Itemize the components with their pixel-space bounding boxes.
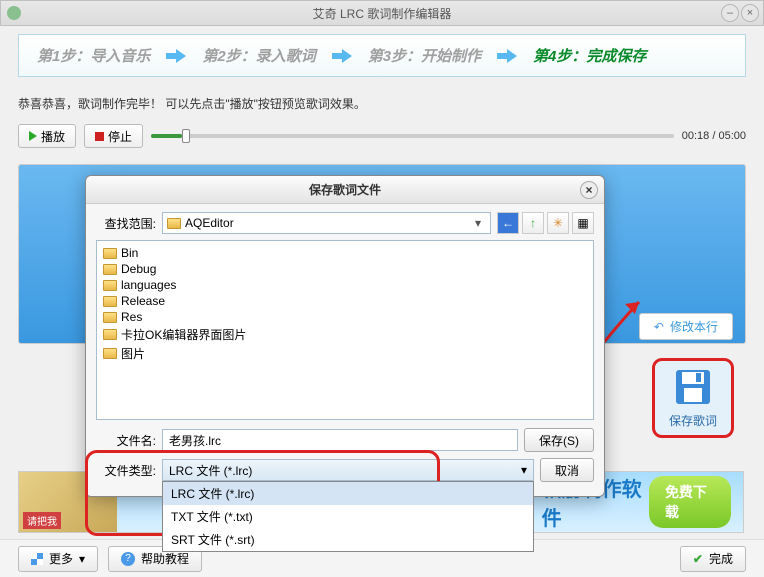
folder-icon (103, 312, 117, 323)
filetype-dropdown: LRC 文件 (*.lrc)TXT 文件 (*.txt)SRT 文件 (*.sr… (162, 481, 534, 552)
arrow-icon (332, 49, 352, 63)
list-item[interactable]: Bin (101, 245, 589, 261)
folder-icon (103, 280, 117, 291)
step-bar: 第1步：导入音乐 第2步：录入歌词 第3步：开始制作 第4步：完成保存 (18, 34, 746, 77)
list-item[interactable]: Release (101, 293, 589, 309)
filename-label: 文件名: (96, 432, 156, 449)
stop-icon (95, 132, 104, 141)
arrow-icon (497, 49, 517, 63)
chevron-down-icon: ▾ (470, 216, 486, 230)
filetype-select[interactable]: LRC 文件 (*.lrc) ▾ (162, 459, 534, 481)
close-button[interactable]: × (741, 4, 759, 22)
folder-icon (103, 296, 117, 307)
save-lyric-label: 保存歌词 (669, 412, 717, 429)
step-4: 第4步：完成保存 (533, 45, 646, 66)
arrow-icon (166, 49, 186, 63)
congrats-text: 恭喜恭喜，歌词制作完毕！ 可以先点击"播放"按钮预览歌词效果。 (18, 95, 746, 112)
filetype-option[interactable]: LRC 文件 (*.lrc) (163, 482, 533, 505)
filename-input[interactable] (162, 429, 518, 451)
list-item[interactable]: 卡拉OK编辑器界面图片 (101, 325, 589, 344)
help-icon: ? (121, 552, 135, 566)
progress-slider[interactable] (151, 134, 674, 138)
dialog-close-button[interactable]: × (580, 181, 598, 199)
dialog-titlebar: 保存歌词文件 × (86, 176, 604, 204)
list-item[interactable]: languages (101, 277, 589, 293)
chevron-down-icon: ▾ (79, 552, 85, 566)
list-item[interactable]: Debug (101, 261, 589, 277)
save-dialog: 保存歌词文件 × 查找范围: AQEditor ▾ ← ↑ ✳ ▦ BinDeb… (85, 175, 605, 497)
complete-button[interactable]: ✔完成 (680, 546, 746, 572)
up-button[interactable]: ↑ (522, 212, 544, 234)
minimize-button[interactable]: – (721, 4, 739, 22)
folder-icon (167, 218, 181, 229)
more-button[interactable]: 更多▾ (18, 546, 98, 572)
save-icon (674, 368, 712, 406)
play-icon (29, 131, 37, 141)
titlebar: 艾奇 LRC 歌词制作编辑器 – × (0, 0, 764, 26)
save-button[interactable]: 保存(S) (524, 428, 594, 452)
filetype-option[interactable]: SRT 文件 (*.srt) (163, 528, 533, 551)
filetype-label: 文件类型: (96, 462, 156, 479)
filetype-selected: LRC 文件 (*.lrc) (169, 462, 252, 479)
folder-icon (103, 248, 117, 259)
time-display: 00:18 / 05:00 (682, 130, 746, 142)
folder-icon (103, 264, 117, 275)
download-button[interactable]: 免费下载 (649, 476, 731, 528)
stop-button[interactable]: 停止 (84, 124, 143, 148)
dialog-title: 保存歌词文件 (309, 181, 381, 198)
list-item[interactable]: 图片 (101, 344, 589, 363)
folder-name: AQEditor (185, 216, 234, 230)
chevron-down-icon: ▾ (521, 463, 527, 477)
step-3: 第3步：开始制作 (368, 45, 481, 66)
new-folder-button[interactable]: ✳ (547, 212, 569, 234)
grid-icon (31, 553, 43, 565)
range-label: 查找范围: (96, 215, 156, 232)
undo-icon: ↶ (654, 320, 664, 334)
folder-icon (103, 348, 117, 359)
filetype-option[interactable]: TXT 文件 (*.txt) (163, 505, 533, 528)
app-icon (7, 6, 21, 20)
folder-select[interactable]: AQEditor ▾ (162, 212, 491, 234)
step-1: 第1步：导入音乐 (37, 45, 150, 66)
view-button[interactable]: ▦ (572, 212, 594, 234)
file-list[interactable]: BinDebuglanguagesReleaseRes卡拉OK编辑器界面图片图片 (96, 240, 594, 420)
cancel-button[interactable]: 取消 (540, 458, 594, 482)
folder-icon (103, 329, 117, 340)
list-item[interactable]: Res (101, 309, 589, 325)
play-button[interactable]: 播放 (18, 124, 76, 148)
window-title: 艾奇 LRC 歌词制作编辑器 (313, 5, 452, 22)
back-button[interactable]: ← (497, 212, 519, 234)
step-2: 第2步：录入歌词 (202, 45, 315, 66)
check-icon: ✔ (693, 552, 703, 566)
save-lyric-button[interactable]: 保存歌词 (652, 358, 734, 438)
